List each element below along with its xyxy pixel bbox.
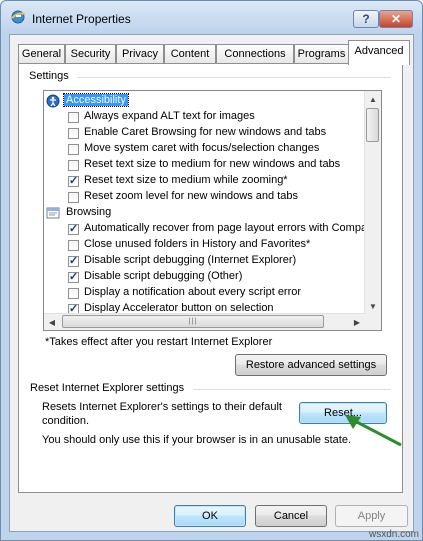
option-checkbox[interactable] (68, 160, 79, 171)
settings-category-browsing[interactable]: Browsing (44, 205, 366, 221)
vertical-scrollbar[interactable]: ▲ ▼ (364, 91, 381, 314)
option-checkbox[interactable] (68, 222, 79, 235)
restart-footnote: *Takes effect after you restart Internet… (45, 336, 273, 348)
option-checkbox[interactable] (68, 254, 79, 267)
settings-option-row[interactable]: Reset text size to medium for new window… (44, 157, 366, 173)
settings-option-row[interactable]: Display a notification about every scrip… (44, 285, 366, 301)
tab-privacy[interactable]: Privacy (116, 44, 164, 64)
option-label: Move system caret with focus/selection c… (84, 142, 320, 154)
settings-option-row[interactable]: Move system caret with focus/selection c… (44, 141, 366, 157)
settings-option-row[interactable]: Reset zoom level for new windows and tab… (44, 189, 366, 205)
option-label: Disable script debugging (Internet Explo… (84, 254, 297, 266)
reset-description-line1: Resets Internet Explorer's settings to t… (42, 401, 282, 413)
settings-option-row[interactable]: Disable script debugging (Other) (44, 269, 366, 285)
tab-content[interactable]: Content (164, 44, 216, 64)
settings-list[interactable]: Accessibility Always expand ALT text for … (43, 90, 382, 331)
settings-category-accessibility[interactable]: Accessibility (44, 93, 366, 109)
option-checkbox[interactable] (68, 128, 79, 139)
scroll-right-arrow-icon[interactable]: ▶ (349, 314, 365, 330)
horizontal-scrollbar[interactable]: ◀ ||| ▶ (44, 313, 365, 330)
reset-description-line2: condition. (42, 415, 90, 427)
category-label: Accessibility (63, 93, 129, 107)
option-checkbox[interactable] (68, 192, 79, 203)
tab-connections[interactable]: Connections (216, 44, 294, 64)
settings-option-row[interactable]: Automatically recover from page layout e… (44, 221, 368, 237)
accessibility-icon (46, 94, 60, 108)
internet-properties-window: Internet Properties ? ✕ General Security… (0, 0, 423, 541)
watermark-text: wsxdn.com (369, 529, 420, 540)
vertical-scroll-thumb[interactable] (366, 108, 379, 142)
pointer-arrow-icon (345, 415, 402, 447)
option-label: Reset text size to medium while zooming* (84, 174, 288, 186)
option-checkbox[interactable] (68, 288, 79, 299)
settings-option-row[interactable]: Always expand ALT text for images (44, 109, 366, 125)
scroll-up-arrow-icon[interactable]: ▲ (365, 91, 381, 107)
option-label: Disable script debugging (Other) (84, 270, 243, 282)
internet-explorer-icon (11, 10, 26, 24)
option-checkbox[interactable] (68, 270, 79, 283)
settings-option-row[interactable]: Reset text size to medium while zooming* (44, 173, 366, 189)
ok-button[interactable]: OK (174, 505, 246, 527)
scroll-corner (365, 314, 381, 330)
settings-option-row[interactable]: Disable script debugging (Internet Explo… (44, 253, 366, 269)
option-checkbox[interactable] (68, 112, 79, 123)
title-bar[interactable]: Internet Properties ? ✕ (1, 1, 422, 35)
apply-button[interactable]: Apply (335, 505, 408, 527)
scroll-down-arrow-icon[interactable]: ▼ (365, 298, 381, 314)
option-label: Always expand ALT text for images (84, 110, 255, 122)
settings-separator (77, 77, 391, 78)
option-label: Close unused folders in History and Favo… (84, 238, 311, 250)
option-checkbox[interactable] (68, 144, 79, 155)
close-window-button[interactable]: ✕ (379, 10, 413, 28)
reset-section-heading: Reset Internet Explorer settings (30, 382, 185, 394)
window-title: Internet Properties (32, 12, 131, 26)
option-checkbox[interactable] (68, 174, 79, 187)
cancel-button[interactable]: Cancel (255, 505, 327, 527)
option-label: Reset zoom level for new windows and tab… (84, 190, 298, 202)
restore-advanced-settings-button[interactable]: Restore advanced settings (235, 354, 387, 376)
option-label: Automatically recover from page layout e… (84, 222, 368, 234)
option-label: Reset text size to medium for new window… (84, 158, 341, 170)
browsing-icon (46, 206, 60, 220)
settings-option-row[interactable]: Close unused folders in History and Favo… (44, 237, 366, 253)
category-label: Browsing (66, 206, 112, 218)
option-label: Display a notification about every scrip… (84, 286, 302, 298)
option-checkbox[interactable] (68, 240, 79, 251)
settings-label: Settings (29, 70, 69, 82)
settings-option-row[interactable]: Enable Caret Browsing for new windows an… (44, 125, 366, 141)
help-button[interactable]: ? (353, 10, 379, 28)
tab-programs[interactable]: Programs (294, 44, 349, 64)
tab-security[interactable]: Security (65, 44, 116, 64)
reset-warning: You should only use this if your browser… (42, 434, 351, 446)
reset-separator (193, 389, 391, 390)
scroll-left-arrow-icon[interactable]: ◀ (44, 314, 60, 330)
horizontal-scroll-thumb[interactable]: ||| (62, 315, 324, 328)
tab-advanced[interactable]: Advanced (348, 40, 410, 65)
tab-general[interactable]: General (18, 44, 65, 64)
option-label: Enable Caret Browsing for new windows an… (84, 126, 327, 138)
